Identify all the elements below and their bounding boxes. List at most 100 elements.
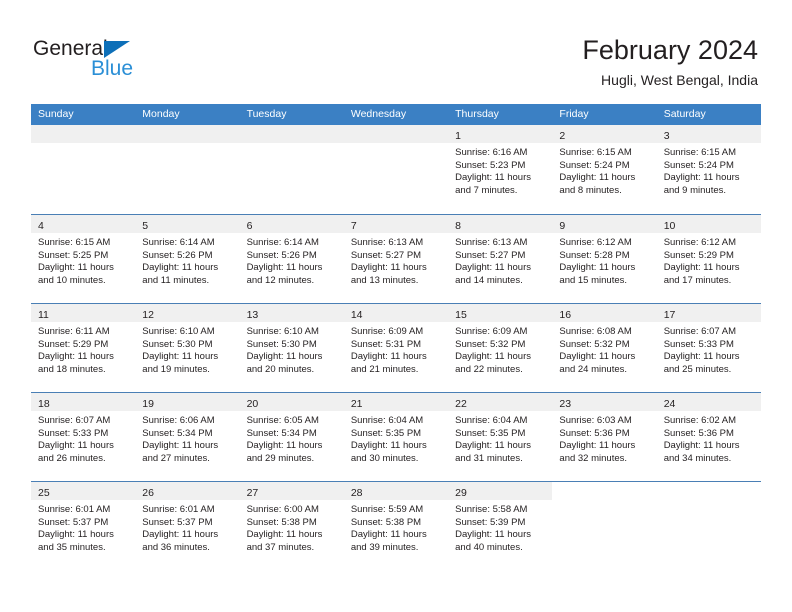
sunrise-text: Sunrise: 6:09 AM bbox=[455, 326, 528, 337]
day-number: 26 bbox=[142, 487, 154, 499]
day-cell-empty bbox=[656, 482, 761, 570]
sunset-text: Sunset: 5:29 PM bbox=[38, 338, 109, 350]
day-number-band: 15 bbox=[448, 304, 553, 322]
daylight-text-line2: and 39 minutes. bbox=[350, 541, 419, 553]
day-cell[interactable]: 17 Sunrise: 6:07 AM Sunset: 5:33 PM Dayligh… bbox=[656, 304, 761, 392]
day-number-band: 4 bbox=[31, 215, 136, 233]
day-number: 21 bbox=[350, 398, 363, 410]
sunset-text: Sunset: 5:34 PM bbox=[246, 427, 317, 439]
day-details: Sunrise: 6:11 AM Sunset: 5:29 PM Daylight:… bbox=[31, 322, 135, 376]
calendar-page: General Blue February 2024 Hugli, West B… bbox=[0, 0, 792, 612]
day-cell[interactable]: 26 Sunrise: 6:01 AM Sunset: 5:37 PM Dayligh… bbox=[135, 482, 240, 570]
day-cell[interactable]: 22 Sunrise: 6:04 AM Sunset: 5:35 PM Dayligh… bbox=[448, 393, 553, 481]
sunset-text: Sunset: 5:23 PM bbox=[455, 159, 526, 171]
page-title: February 2024 bbox=[582, 35, 758, 65]
sunrise-text: Sunrise: 5:58 AM bbox=[455, 504, 528, 515]
day-cell[interactable]: 2 Sunrise: 6:15 AM Sunset: 5:24 PM Daylight… bbox=[552, 125, 657, 214]
week-row: 4 Sunrise: 6:15 AM Sunset: 5:25 PM Daylight… bbox=[31, 214, 761, 303]
day-number: 25 bbox=[38, 487, 50, 499]
day-cell[interactable]: 29 Sunrise: 5:58 AM Sunset: 5:39 PM Dayligh… bbox=[448, 482, 553, 570]
sunset-text: Sunset: 5:39 PM bbox=[455, 516, 526, 528]
triangle-icon bbox=[104, 41, 130, 58]
sunset-text: Sunset: 5:24 PM bbox=[559, 159, 630, 171]
day-details: Sunrise: 6:01 AM Sunset: 5:37 PM Daylight:… bbox=[135, 500, 239, 554]
day-cell[interactable]: 10 Sunrise: 6:12 AM Sunset: 5:29 PM Dayligh… bbox=[656, 215, 761, 303]
day-cell[interactable]: 12 Sunrise: 6:10 AM Sunset: 5:30 PM Dayligh… bbox=[135, 304, 240, 392]
daylight-text-line1: Daylight: 11 hours bbox=[142, 440, 219, 452]
sunset-text: Sunset: 5:32 PM bbox=[455, 338, 526, 350]
day-cell[interactable]: 23 Sunrise: 6:03 AM Sunset: 5:36 PM Dayligh… bbox=[552, 393, 657, 481]
week-row: 1 Sunrise: 6:16 AM Sunset: 5:23 PM Daylight… bbox=[31, 125, 761, 214]
sunrise-text: Sunrise: 6:09 AM bbox=[350, 326, 424, 337]
day-number-band: 14 bbox=[343, 304, 449, 322]
sunrise-text: Sunrise: 6:03 AM bbox=[559, 415, 632, 426]
daylight-text-line1: Daylight: 11 hours bbox=[663, 172, 740, 184]
day-cell[interactable]: 18 Sunrise: 6:07 AM Sunset: 5:33 PM Dayligh… bbox=[31, 393, 136, 481]
day-cell[interactable]: 14 Sunrise: 6:09 AM Sunset: 5:31 PM Dayligh… bbox=[343, 304, 449, 392]
day-details: Sunrise: 6:14 AM Sunset: 5:26 PM Daylight:… bbox=[135, 233, 239, 287]
calendar-grid: Sunday Monday Tuesday Wednesday Thursday… bbox=[31, 104, 761, 570]
day-cell[interactable]: 28 Sunrise: 5:59 AM Sunset: 5:38 PM Dayligh… bbox=[343, 482, 449, 570]
daylight-text-line1: Daylight: 11 hours bbox=[246, 529, 323, 541]
daylight-text-line1: Daylight: 11 hours bbox=[455, 440, 531, 452]
day-number-band: 25 bbox=[31, 482, 136, 500]
day-details: Sunrise: 6:10 AM Sunset: 5:30 PM Daylight:… bbox=[240, 322, 344, 376]
weekday-header-monday: Monday bbox=[142, 108, 180, 120]
sunrise-text: Sunrise: 6:01 AM bbox=[142, 504, 215, 515]
day-number-band: 17 bbox=[656, 304, 761, 322]
day-cell[interactable]: 24 Sunrise: 6:02 AM Sunset: 5:36 PM Dayligh… bbox=[656, 393, 761, 481]
sunset-text: Sunset: 5:37 PM bbox=[142, 516, 213, 528]
day-number-band: 20 bbox=[239, 393, 344, 411]
daylight-text-line1: Daylight: 11 hours bbox=[559, 262, 636, 274]
day-cell[interactable]: 16 Sunrise: 6:08 AM Sunset: 5:32 PM Dayligh… bbox=[552, 304, 657, 392]
weekday-header-thursday: Thursday bbox=[455, 108, 499, 120]
day-details: Sunrise: 6:16 AM Sunset: 5:23 PM Daylight:… bbox=[448, 143, 552, 197]
weeks-container: 1 Sunrise: 6:16 AM Sunset: 5:23 PM Daylight… bbox=[31, 125, 761, 570]
day-cell[interactable]: 11 Sunrise: 6:11 AM Sunset: 5:29 PM Dayligh… bbox=[31, 304, 136, 392]
day-number: 23 bbox=[559, 398, 572, 410]
sunrise-text: Sunrise: 6:07 AM bbox=[663, 326, 737, 337]
daylight-text-line1: Daylight: 11 hours bbox=[246, 440, 323, 452]
day-details: Sunrise: 6:12 AM Sunset: 5:29 PM Daylight:… bbox=[657, 233, 761, 287]
daylight-text-line1: Daylight: 11 hours bbox=[38, 440, 114, 452]
weekday-header-friday: Friday bbox=[559, 108, 589, 120]
daylight-text-line1: Daylight: 11 hours bbox=[350, 262, 427, 274]
daylight-text-line1: Daylight: 11 hours bbox=[455, 172, 531, 184]
daylight-text-line2: and 19 minutes. bbox=[142, 363, 210, 375]
sunset-text: Sunset: 5:38 PM bbox=[350, 516, 422, 528]
day-number-band bbox=[552, 482, 657, 500]
daylight-text-line2: and 25 minutes. bbox=[663, 363, 732, 375]
day-cell[interactable]: 9 Sunrise: 6:12 AM Sunset: 5:28 PM Daylight… bbox=[552, 215, 657, 303]
day-cell[interactable]: 7 Sunrise: 6:13 AM Sunset: 5:27 PM Daylight… bbox=[343, 215, 449, 303]
day-cell[interactable]: 13 Sunrise: 6:10 AM Sunset: 5:30 PM Dayligh… bbox=[239, 304, 344, 392]
day-details bbox=[552, 500, 656, 504]
sunrise-text: Sunrise: 6:10 AM bbox=[246, 326, 319, 337]
sunset-text: Sunset: 5:30 PM bbox=[142, 338, 213, 350]
day-cell[interactable]: 4 Sunrise: 6:15 AM Sunset: 5:25 PM Daylight… bbox=[31, 215, 136, 303]
day-number-band: 24 bbox=[656, 393, 761, 411]
day-cell[interactable]: 5 Sunrise: 6:14 AM Sunset: 5:26 PM Daylight… bbox=[135, 215, 240, 303]
day-number: 9 bbox=[559, 220, 566, 232]
day-cell-empty bbox=[239, 125, 344, 214]
day-cell[interactable]: 6 Sunrise: 6:14 AM Sunset: 5:26 PM Daylight… bbox=[239, 215, 344, 303]
day-number-band: 2 bbox=[552, 125, 657, 143]
day-cell[interactable]: 21 Sunrise: 6:04 AM Sunset: 5:35 PM Dayligh… bbox=[343, 393, 449, 481]
day-number: 20 bbox=[246, 398, 259, 410]
day-cell-empty bbox=[552, 482, 657, 570]
daylight-text-line1: Daylight: 11 hours bbox=[142, 262, 219, 274]
day-cell[interactable]: 1 Sunrise: 6:16 AM Sunset: 5:23 PM Daylight… bbox=[448, 125, 553, 214]
day-cell[interactable]: 19 Sunrise: 6:06 AM Sunset: 5:34 PM Dayligh… bbox=[135, 393, 240, 481]
day-cell[interactable]: 25 Sunrise: 6:01 AM Sunset: 5:37 PM Dayligh… bbox=[31, 482, 136, 570]
day-number: 12 bbox=[142, 309, 154, 321]
day-cell[interactable]: 20 Sunrise: 6:05 AM Sunset: 5:34 PM Dayligh… bbox=[239, 393, 344, 481]
day-cell[interactable]: 8 Sunrise: 6:13 AM Sunset: 5:27 PM Daylight… bbox=[448, 215, 553, 303]
daylight-text-line1: Daylight: 11 hours bbox=[246, 351, 323, 363]
day-number-band: 26 bbox=[135, 482, 240, 500]
day-cell[interactable]: 3 Sunrise: 6:15 AM Sunset: 5:24 PM Daylight… bbox=[656, 125, 761, 214]
day-cell[interactable]: 15 Sunrise: 6:09 AM Sunset: 5:32 PM Dayligh… bbox=[448, 304, 553, 392]
day-cell[interactable]: 27 Sunrise: 6:00 AM Sunset: 5:38 PM Dayligh… bbox=[239, 482, 344, 570]
daylight-text-line2: and 30 minutes. bbox=[350, 452, 419, 464]
sunset-text: Sunset: 5:34 PM bbox=[142, 427, 213, 439]
day-cell-empty bbox=[343, 125, 449, 214]
sunrise-text: Sunrise: 6:06 AM bbox=[142, 415, 215, 426]
